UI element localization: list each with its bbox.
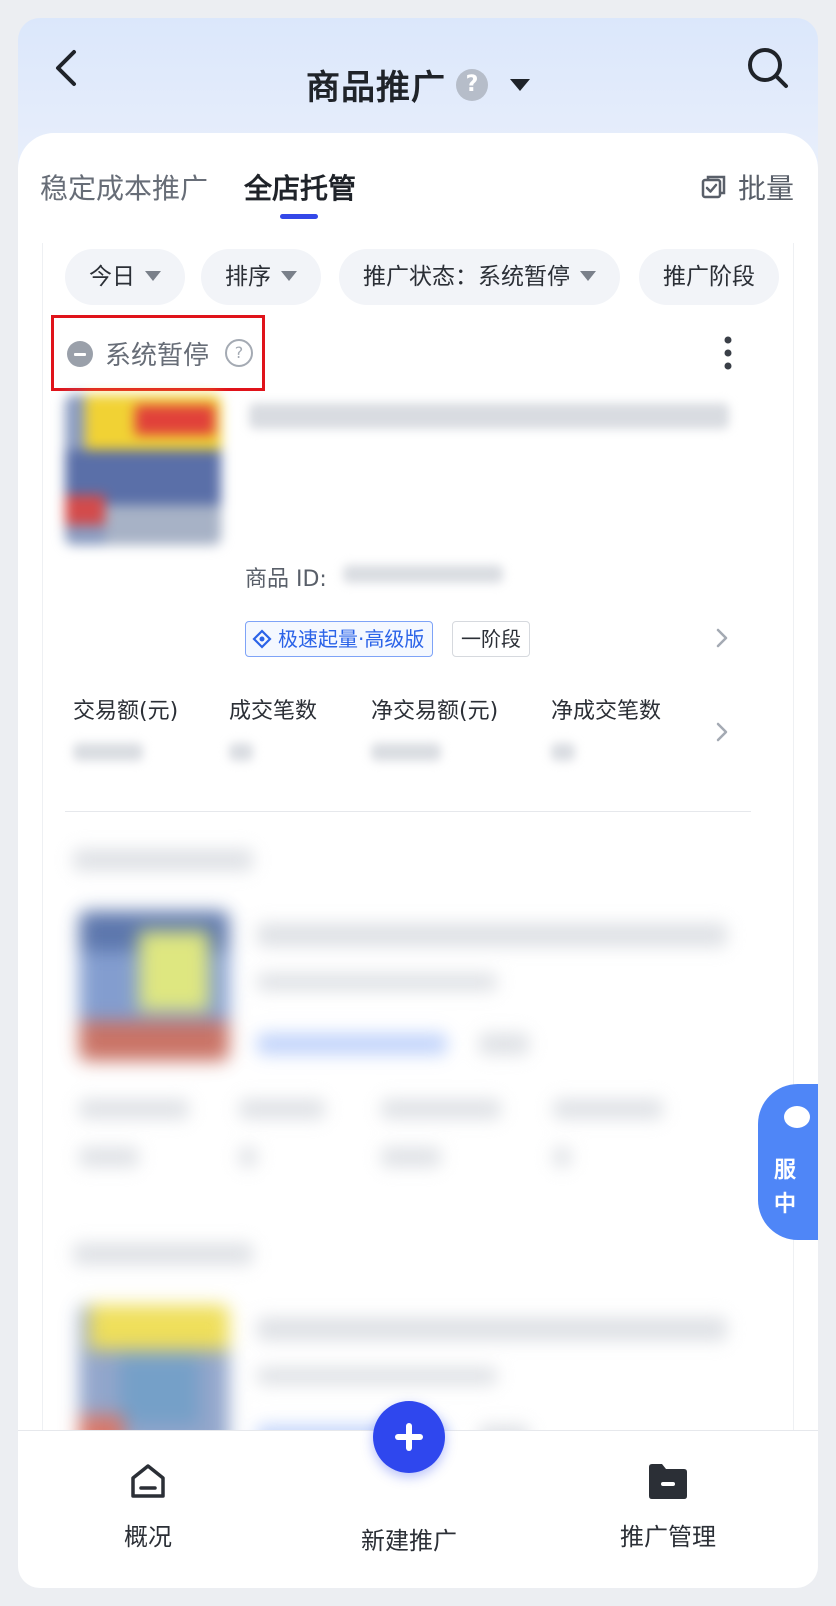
home-icon (131, 1464, 165, 1498)
status-help-icon[interactable]: ? (225, 339, 253, 367)
service-label-1: 服 (774, 1158, 797, 1183)
more-options-icon[interactable] (723, 335, 733, 371)
page-title-group[interactable]: 商品推广? (18, 60, 818, 110)
filter-sort-label: 排序 (225, 264, 271, 290)
active-tab-indicator (280, 214, 318, 219)
filter-status[interactable]: 推广状态：系统暂停 (339, 249, 620, 305)
product-list: 今日 排序 推广状态：系统暂停 推广阶段 系统暂停 ? 商品 ID: 极速起量·… (42, 243, 794, 1453)
bottom-nav: 概况 新建推广 推广管理 (18, 1401, 818, 1588)
help-icon[interactable]: ? (456, 68, 488, 101)
chevron-right-icon[interactable] (715, 627, 729, 649)
blurred-line (257, 923, 727, 947)
nav-manage-label: 推广管理 (620, 1523, 716, 1551)
blurred-line (257, 1033, 447, 1055)
phone-screen: 商品推广? 稳定成本推广 全店托管 批量 今日 排序 推广状态：系统暂停 推广阶… (18, 18, 818, 1588)
metric-gmv-label: 交易额(元) (73, 699, 179, 724)
filter-status-label: 推广状态：系统暂停 (363, 264, 570, 290)
blurred-line (553, 1099, 663, 1119)
plan-tag-label: 极速起量·高级版 (278, 627, 425, 651)
customer-service-float[interactable]: 服 中 (758, 1084, 818, 1240)
metric-value-blurred (73, 743, 143, 761)
product-id-blurred (343, 565, 503, 583)
diamond-icon (252, 629, 272, 649)
nav-manage[interactable]: 推广管理 (588, 1431, 748, 1561)
blurred-line (381, 1099, 501, 1119)
nav-new-promo[interactable]: 新建推广 (329, 1401, 489, 1561)
chat-bubble-icon (784, 1106, 810, 1128)
nav-overview-label: 概况 (124, 1523, 172, 1551)
metric-orders-label: 成交笔数 (229, 699, 318, 724)
metric-net-gmv-label: 净交易额(元) (371, 699, 499, 724)
chevron-right-icon[interactable] (715, 721, 729, 743)
blurred-status (73, 1243, 253, 1265)
plan-tag: 极速起量·高级版 (245, 621, 434, 657)
batch-button[interactable]: 批量 (700, 167, 794, 207)
tab-stable-cost[interactable]: 稳定成本推广 (40, 167, 208, 207)
tab-bar: 稳定成本推广 全店托管 批量 (18, 133, 818, 233)
blurred-line (239, 1147, 257, 1167)
product-id-label: 商品 ID: (245, 567, 327, 592)
plus-icon (373, 1401, 445, 1473)
folder-icon (649, 1464, 687, 1499)
blurred-line (239, 1099, 325, 1119)
product-status-row: 系统暂停 ? (43, 315, 793, 391)
filter-bar: 今日 排序 推广状态：系统暂停 推广阶段 (65, 249, 793, 305)
main-card: 稳定成本推广 全店托管 批量 今日 排序 推广状态：系统暂停 推广阶段 系统暂停… (18, 133, 818, 1453)
metric-net-orders-label: 净成交笔数 (551, 699, 662, 724)
metric-value-blurred (371, 743, 441, 761)
filter-sort[interactable]: 排序 (201, 249, 321, 305)
filter-date[interactable]: 今日 (65, 249, 185, 305)
blurred-line (257, 1317, 727, 1341)
caret-down-icon[interactable] (510, 78, 530, 91)
filter-stage[interactable]: 推广阶段 (639, 249, 779, 305)
caret-down-icon (281, 270, 297, 281)
product-image (65, 395, 221, 545)
status-label: 系统暂停 (105, 341, 210, 371)
card-divider (65, 811, 751, 812)
caret-down-icon (580, 270, 596, 281)
service-label-2: 中 (774, 1192, 797, 1217)
filter-date-label: 今日 (89, 264, 135, 290)
top-bar: 商品推广? (18, 18, 818, 133)
blurred-line (79, 1147, 139, 1167)
blurred-line (79, 1099, 189, 1119)
product-title-blurred (249, 403, 729, 429)
blurred-line (381, 1147, 441, 1167)
metric-value-blurred (229, 743, 253, 761)
stage-tag: 一阶段 (452, 621, 530, 657)
search-icon (748, 48, 788, 88)
metric-value-blurred (551, 743, 575, 761)
product-image (79, 911, 229, 1061)
blurred-thumbnail (79, 911, 229, 1061)
nav-overview[interactable]: 概况 (68, 1431, 228, 1561)
page-title: 商品推广 (306, 68, 446, 108)
batch-select-icon (701, 175, 726, 199)
blurred-status (73, 849, 253, 871)
blurred-line (257, 1367, 497, 1385)
product-thumbnail[interactable] (65, 395, 221, 545)
search-button[interactable] (746, 46, 790, 90)
blurred-line (257, 973, 497, 991)
blurred-line (553, 1147, 571, 1167)
batch-label: 批量 (737, 172, 794, 205)
caret-down-icon (145, 270, 161, 281)
blurred-line (479, 1033, 529, 1055)
paused-status-icon (67, 341, 93, 367)
nav-new-promo-label: 新建推广 (361, 1527, 457, 1555)
tab-store-managed[interactable]: 全店托管 (244, 167, 356, 207)
filter-stage-label: 推广阶段 (663, 264, 755, 290)
